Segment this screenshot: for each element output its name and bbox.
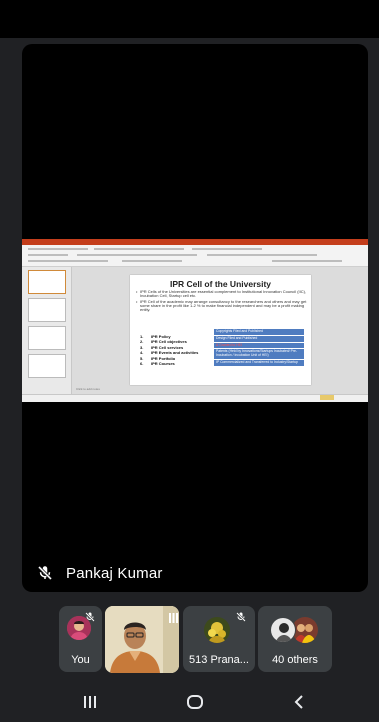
- slide: IPR Cell of the University IPR Cells of …: [130, 275, 311, 385]
- shared-screen: IPR Cell of the University IPR Cells of …: [22, 239, 368, 402]
- presenter-name-tag: Pankaj Kumar: [36, 564, 163, 582]
- mic-off-icon: [84, 610, 96, 622]
- audio-bars-icon: [169, 610, 178, 623]
- notes-placeholder: Click to add notes: [76, 387, 100, 391]
- slide-menu: 1. IPR Policy 2. IPR Cell objectives 3. IPR…: [140, 334, 198, 366]
- status-bar: [0, 0, 379, 38]
- slide-table-cell: IP Commercialized and Transferred to Ind…: [214, 359, 304, 367]
- slide-table-cell: & Granted to HEI: [214, 342, 304, 350]
- slide-canvas: IPR Cell of the University IPR Cells of …: [72, 267, 368, 394]
- slide-title: IPR Cell of the University: [169, 279, 272, 289]
- participant-label: You: [71, 654, 90, 666]
- slide-thumbnail: [28, 298, 66, 322]
- slide-table: Copyrights Filed and Published Design Fi…: [214, 329, 304, 367]
- slide-table-cell: Patents (Held by Innovations/Startups In…: [214, 349, 304, 360]
- slide-table-cell: Design Filed and Published: [214, 335, 304, 343]
- system-nav-bar: [0, 680, 379, 722]
- slide-thumbnail: [28, 326, 66, 350]
- avatar: [204, 617, 230, 643]
- back-icon[interactable]: [288, 690, 312, 714]
- presenter-name: Pankaj Kumar: [66, 564, 163, 582]
- mic-off-icon: [235, 610, 247, 622]
- others-tile[interactable]: 40 others: [258, 606, 332, 672]
- zoom-slider: [320, 395, 334, 400]
- slide-bullet: IPR Cell of the academic may arrange con…: [136, 299, 308, 313]
- participant-tile-you[interactable]: You: [59, 606, 102, 672]
- slide-bullet: IPR Cells of the Universities are essent…: [136, 289, 308, 299]
- participant-label: 513 Prana...: [189, 654, 249, 666]
- self-view-video[interactable]: [105, 606, 179, 673]
- slide-thumbnail: [28, 270, 66, 294]
- slide-menu-item: 6. IPR Courses: [140, 361, 175, 367]
- ppt-ribbon: [22, 245, 368, 267]
- home-icon[interactable]: [183, 690, 207, 714]
- slide-thumbnails-pane: [22, 267, 72, 394]
- meeting-app: IPR Cell of the University IPR Cells of …: [0, 0, 379, 722]
- slide-table-cell: Copyrights Filed and Published: [214, 329, 304, 336]
- recent-apps-icon[interactable]: [78, 690, 102, 714]
- avatar: [270, 617, 296, 643]
- main-stage[interactable]: IPR Cell of the University IPR Cells of …: [22, 44, 368, 592]
- slide-thumbnail: [28, 354, 66, 378]
- others-label: 40 others: [272, 654, 318, 666]
- ppt-status-bar: [22, 394, 368, 402]
- mic-off-icon: [36, 564, 54, 582]
- participant-tile[interactable]: 513 Prana...: [183, 606, 255, 672]
- camera-feed: [105, 606, 179, 673]
- slide-bullets: IPR Cells of the Universities are essent…: [136, 289, 308, 313]
